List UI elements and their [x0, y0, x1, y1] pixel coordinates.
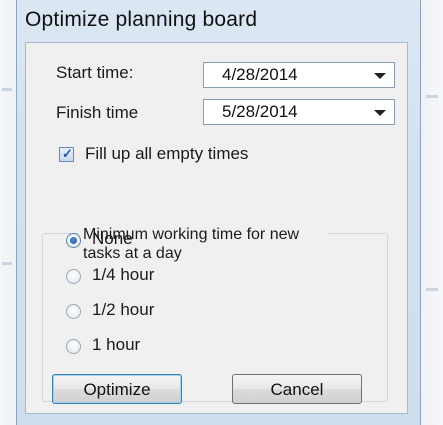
- start-time-value: 4/28/2014: [222, 65, 298, 84]
- title-bar[interactable]: Optimize planning board: [17, 0, 420, 42]
- cancel-button[interactable]: Cancel: [232, 374, 362, 404]
- start-time-picker[interactable]: 4/28/2014: [203, 62, 395, 88]
- radio-one-hour-label[interactable]: 1 hour: [92, 335, 140, 355]
- fill-empty-checkbox[interactable]: ✓: [59, 146, 74, 162]
- radio-none[interactable]: [66, 233, 81, 248]
- chevron-down-icon[interactable]: [374, 110, 386, 116]
- radio-one-hour[interactable]: [66, 339, 81, 354]
- finish-time-picker[interactable]: 5/28/2014: [203, 99, 395, 125]
- checkmark-icon: ✓: [62, 146, 73, 161]
- background-mark: [426, 95, 438, 98]
- radio-none-label[interactable]: None: [92, 229, 133, 249]
- background-mark: [2, 262, 12, 265]
- finish-time-value: 5/28/2014: [222, 102, 298, 121]
- start-time-label: Start time:: [56, 63, 134, 82]
- background-mark: [2, 88, 12, 91]
- background-app-right: [421, 0, 443, 425]
- radio-quarter-hour-label[interactable]: 1/4 hour: [92, 265, 154, 285]
- background-mark: [426, 288, 438, 291]
- radio-half-hour-label[interactable]: 1/2 hour: [92, 300, 154, 320]
- window-title: Optimize planning board: [25, 8, 258, 31]
- radio-half-hour[interactable]: [66, 304, 81, 319]
- background-app-left: [0, 0, 16, 425]
- optimize-button[interactable]: Optimize: [52, 374, 182, 404]
- dialog-content: Start time: 4/28/2014 Finish time 5/28/2…: [25, 42, 408, 414]
- radio-selected-dot: [70, 237, 77, 244]
- chevron-down-icon[interactable]: [374, 73, 386, 79]
- radio-quarter-hour[interactable]: [66, 269, 81, 284]
- optimize-dialog: Optimize planning board Start time: 4/28…: [16, 0, 421, 425]
- fill-empty-label[interactable]: Fill up all empty times: [85, 144, 248, 164]
- finish-time-label: Finish time: [56, 103, 139, 122]
